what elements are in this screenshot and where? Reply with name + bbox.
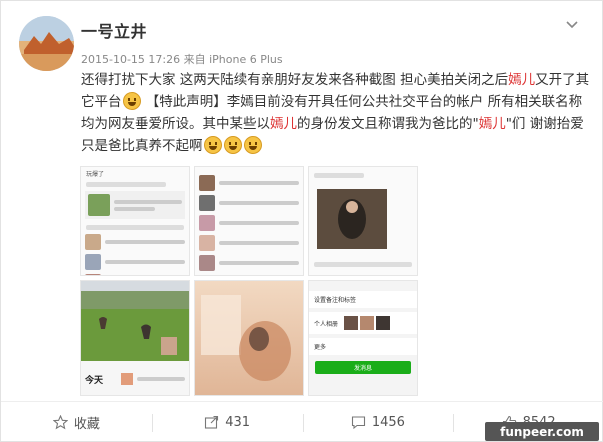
- text-placeholder: [137, 377, 185, 381]
- account-row: [199, 195, 299, 211]
- album-thumb: [376, 316, 391, 330]
- text-placeholder: [105, 260, 185, 264]
- comment-icon: [351, 416, 365, 430]
- image-thumbnail-5[interactable]: [194, 280, 304, 396]
- post-meta: 2015-10-15 17:26 来自 iPhone 6 Plus: [81, 51, 283, 67]
- shared-card: [85, 191, 185, 219]
- blurred-photo: [195, 281, 303, 395]
- text-placeholder: [219, 241, 299, 245]
- menu-item: 更多: [309, 338, 417, 355]
- text-placeholder: [219, 181, 299, 185]
- comment-count: 1456: [371, 415, 405, 430]
- shared-thumb: [88, 194, 110, 216]
- image-thumbnail-3[interactable]: [308, 166, 418, 276]
- favorite-label: 收藏: [73, 417, 100, 432]
- thumbnail-caption: 玩爆了: [86, 171, 105, 178]
- laugh-emoji-icon: [223, 136, 242, 154]
- image-thumbnail-6[interactable]: 设置备注和标签 个人相册 更多 发消息: [308, 280, 418, 396]
- avatar: [199, 195, 215, 211]
- post-text: 还得打扰下大家 这两天陆续有亲朋好友发来各种截图 担心美拍关闭之后嫣儿又开了其它…: [81, 69, 591, 157]
- text-placeholder: [114, 199, 182, 204]
- avatar: [85, 274, 101, 275]
- account-row: [199, 235, 299, 251]
- account-row: [199, 215, 299, 231]
- divider: [86, 225, 184, 230]
- text-placeholder: [86, 182, 166, 187]
- text-placeholder: [105, 240, 185, 244]
- avatar: [199, 255, 215, 271]
- text-placeholder: [114, 206, 155, 211]
- image-thumbnail-4[interactable]: 今天: [80, 280, 190, 396]
- highlighted-name: 嫣儿: [508, 72, 536, 88]
- image-grid: 玩爆了 今天 设置备注和标签 个人相册 更多 发消息: [80, 166, 419, 396]
- image-thumbnail-2[interactable]: [194, 166, 304, 276]
- smile-emoji-icon: [122, 92, 141, 110]
- favorite-button[interactable]: 收藏: [1, 402, 152, 442]
- star-icon: [52, 415, 68, 430]
- text-placeholder: [219, 221, 299, 225]
- divider: [314, 262, 412, 267]
- post-timestamp[interactable]: 2015-10-15 17:26: [81, 53, 180, 66]
- avatar: [199, 175, 215, 191]
- repost-count: 431: [225, 415, 251, 430]
- avatar: [199, 215, 215, 231]
- comment-button[interactable]: 1456: [302, 402, 454, 442]
- menu-item: 设置备注和标签: [309, 291, 417, 308]
- avatar: [85, 254, 101, 270]
- avatar: [199, 235, 215, 251]
- comment-row: [85, 274, 185, 275]
- avatar: [121, 373, 133, 385]
- menu-item: 个人相册: [314, 320, 339, 328]
- repost-button[interactable]: 431: [151, 402, 303, 442]
- thumbnail-caption: 今天: [85, 376, 104, 386]
- image-thumbnail-1[interactable]: 玩爆了: [80, 166, 190, 276]
- album-row: 个人相册: [309, 312, 417, 334]
- shared-text: [114, 199, 182, 211]
- text-placeholder: [219, 261, 299, 265]
- highlighted-name: 嫣儿: [270, 116, 297, 132]
- avatar: [85, 234, 101, 250]
- post-text-part: 还得打扰下大家 这两天陆续有亲朋好友发来各种截图 担心美拍关闭之后: [81, 72, 509, 88]
- laugh-emoji-icon: [243, 136, 262, 154]
- text-placeholder: [219, 201, 299, 205]
- highlighted-name: 嫣儿: [478, 116, 506, 132]
- post-source: 来自 iPhone 6 Plus: [183, 53, 283, 66]
- album-thumb: [344, 316, 359, 330]
- account-row: [199, 255, 299, 271]
- weibo-post-card: 一号立井 2015-10-15 17:26 来自 iPhone 6 Plus 还…: [0, 0, 603, 442]
- post-text-part: 的身份发文且称谓我为爸比的": [297, 116, 479, 132]
- repost-icon: [205, 415, 219, 429]
- photo: [317, 189, 387, 249]
- laugh-emoji-icon: [203, 136, 222, 154]
- text-placeholder: [314, 173, 364, 178]
- send-message-button: 发消息: [315, 361, 411, 374]
- account-row: [199, 175, 299, 191]
- avatar[interactable]: [19, 16, 74, 71]
- chevron-down-icon[interactable]: [563, 15, 581, 33]
- comment-row: [85, 234, 185, 250]
- username[interactable]: 一号立井: [81, 18, 147, 42]
- comment-row: [85, 254, 185, 270]
- watermark: funpeer.com: [485, 422, 599, 441]
- album-thumb: [360, 316, 375, 330]
